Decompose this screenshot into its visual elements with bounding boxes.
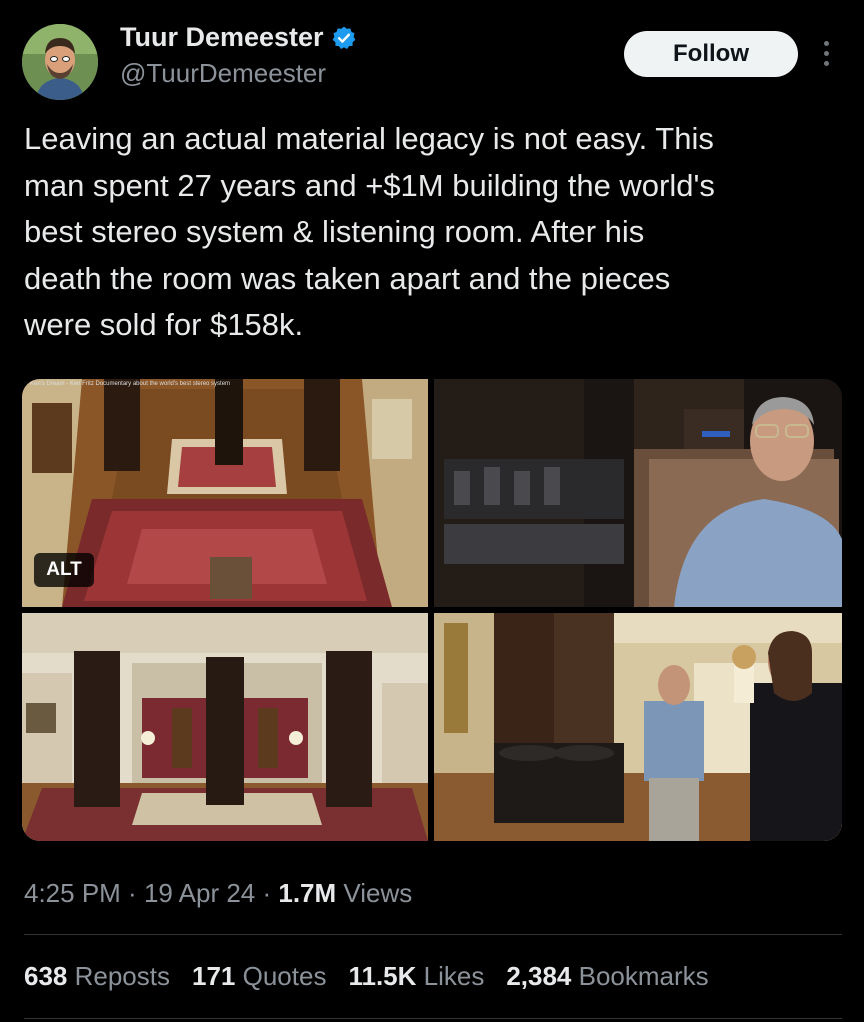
author-name[interactable]: Tuur Demeester	[120, 22, 324, 53]
avatar-image	[22, 24, 98, 100]
stat-label: Likes	[416, 961, 485, 991]
stat-label: Quotes	[235, 961, 327, 991]
tweet-date[interactable]: 19 Apr 24	[144, 878, 255, 908]
more-options-icon[interactable]	[820, 38, 832, 68]
meta-separator: ·	[120, 878, 144, 908]
tweet-time[interactable]: 4:25 PM	[24, 878, 121, 908]
likes-stat[interactable]: 11.5K Likes	[348, 961, 484, 992]
media-image-2[interactable]	[434, 379, 842, 607]
verified-badge-icon	[332, 26, 355, 49]
follow-button[interactable]: Follow	[624, 31, 798, 77]
tweet-meta: 4:25 PM · 19 Apr 24 · 1.7M Views	[24, 878, 412, 909]
stat-count: 171	[192, 961, 236, 991]
divider	[24, 1018, 842, 1019]
stat-label: Bookmarks	[571, 961, 709, 991]
avatar[interactable]	[22, 24, 98, 100]
two-men-standing-image	[434, 613, 842, 841]
man-with-equipment-image	[434, 379, 842, 607]
quotes-stat[interactable]: 171 Quotes	[192, 961, 326, 992]
stat-count: 638	[24, 961, 68, 991]
divider	[24, 934, 842, 935]
media-image-4[interactable]	[434, 613, 842, 841]
media-image-3[interactable]	[22, 613, 428, 841]
views-label: Views	[336, 878, 413, 908]
author-handle[interactable]: @TuurDemeester	[120, 58, 326, 89]
media-image-1[interactable]: Ken's Dream - Ken Fritz Documentary abou…	[22, 379, 428, 607]
bookmarks-stat[interactable]: 2,384 Bookmarks	[506, 961, 708, 992]
author-name-row[interactable]: Tuur Demeester	[120, 22, 357, 53]
engagement-stats: 638 Reposts 171 Quotes 11.5K Likes 2,384…	[24, 961, 731, 992]
views-count: 1.7M	[278, 878, 337, 908]
stat-count: 2,384	[506, 961, 572, 991]
stat-count: 11.5K	[348, 961, 417, 991]
reposts-stat[interactable]: 638 Reposts	[24, 961, 170, 992]
alt-badge[interactable]: ALT	[34, 553, 94, 587]
room-columns-image	[22, 613, 428, 841]
meta-separator: ·	[255, 878, 279, 908]
stat-label: Reposts	[67, 961, 170, 991]
tweet-text: Leaving an actual material legacy is not…	[24, 121, 715, 342]
video-caption: Ken's Dream - Ken Fritz Documentary abou…	[30, 381, 231, 387]
media-grid: Ken's Dream - Ken Fritz Documentary abou…	[22, 379, 842, 841]
